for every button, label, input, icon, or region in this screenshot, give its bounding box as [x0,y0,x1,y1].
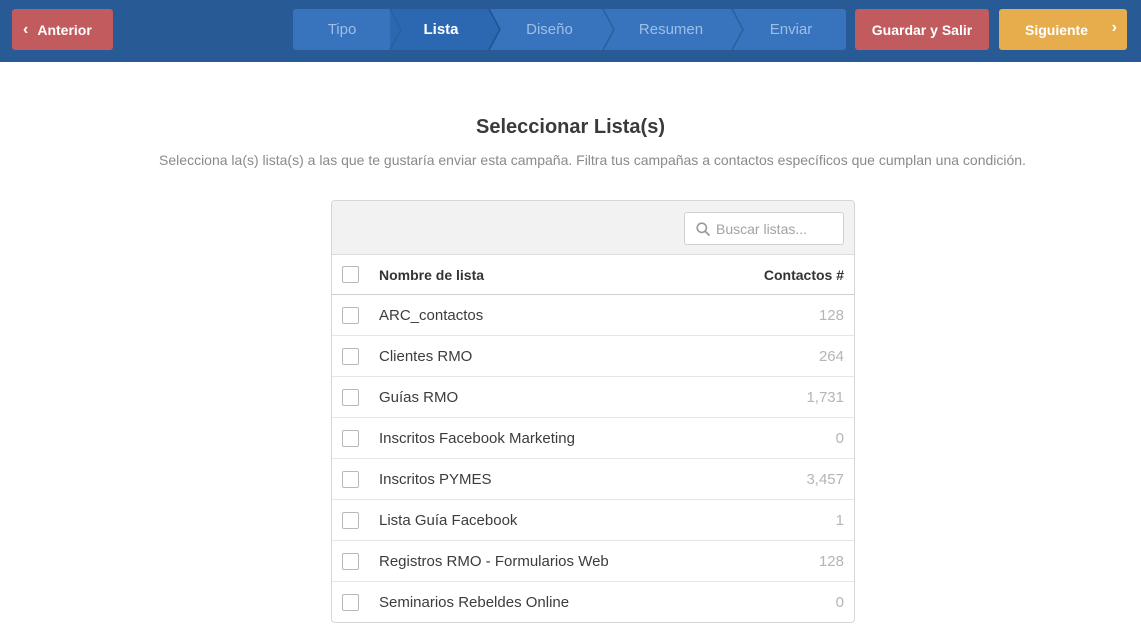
row-checkbox[interactable] [342,470,359,488]
wizard-steps: Tipo Lista Diseño Resumen Enviar [293,9,846,50]
page-subtitle: Selecciona la(s) lista(s) a las que te g… [159,152,1026,168]
list-name: Inscritos Facebook Marketing [379,429,575,447]
search-box[interactable] [684,212,844,245]
page-title: Seleccionar Lista(s) [476,116,665,138]
step-label: Lista [423,21,459,38]
save-and-exit-button[interactable]: Guardar y Salir [855,9,989,50]
step-label: Resumen [638,21,704,38]
search-input[interactable] [716,220,834,237]
row-checkbox[interactable] [342,306,359,324]
row-checkbox[interactable] [342,388,359,406]
table-row[interactable]: Inscritos Facebook Marketing 0 [332,418,854,459]
column-header-name: Nombre de lista [379,266,485,283]
row-checkbox[interactable] [342,429,359,447]
step-enviar[interactable]: Enviar [736,9,846,50]
list-name: Inscritos PYMES [379,470,492,488]
chevron-left-icon: ‹ [23,20,29,38]
contact-count: 1,731 [806,388,844,406]
step-label: Diseño [526,21,573,38]
select-all-checkbox[interactable] [342,266,359,283]
contact-count: 3,457 [806,470,844,488]
row-checkbox[interactable] [342,347,359,365]
top-bar: ‹ Anterior Tipo Lista Diseño Resumen Env… [0,0,1141,62]
step-lista[interactable]: Lista [391,9,491,50]
table-header: Nombre de lista Contactos # [332,255,854,295]
contact-count: 128 [818,552,844,570]
table-row[interactable]: Seminarios Rebeldes Online 0 [332,582,854,622]
save-and-exit-label: Guardar y Salir [871,21,973,38]
chevron-right-icon: › [1111,19,1117,36]
table-row[interactable]: Inscritos PYMES 3,457 [332,459,854,500]
column-header-count: Contactos # [763,266,844,283]
row-checkbox[interactable] [342,552,359,570]
step-label: Enviar [769,21,813,38]
step-label: Tipo [327,21,357,38]
contact-count: 1 [835,511,844,529]
table-row[interactable]: Clientes RMO 264 [332,336,854,377]
list-name: Clientes RMO [379,347,473,365]
table-row[interactable]: Lista Guía Facebook 1 [332,500,854,541]
previous-button[interactable]: ‹ Anterior [12,9,113,50]
step-diseno[interactable]: Diseño [493,9,606,50]
next-button[interactable]: Siguiente › [999,9,1127,50]
list-name: ARC_contactos [379,306,484,324]
table-row[interactable]: ARC_contactos 128 [332,295,854,336]
table-row[interactable]: Guías RMO 1,731 [332,377,854,418]
list-name: Seminarios Rebeldes Online [379,594,570,611]
step-resumen[interactable]: Resumen [609,9,733,50]
list-name: Lista Guía Facebook [379,511,518,529]
next-button-label: Siguiente [1025,21,1089,38]
list-name: Registros RMO - Formularios Web [379,552,609,570]
list-name: Guías RMO [379,388,459,406]
list-selection-panel: Nombre de lista Contactos # ARC_contacto… [331,200,855,623]
search-icon [696,221,710,236]
table-row[interactable]: Registros RMO - Formularios Web 128 [332,541,854,582]
row-checkbox[interactable] [342,594,359,611]
previous-button-label: Anterior [37,21,92,38]
row-checkbox[interactable] [342,511,359,529]
step-tipo[interactable]: Tipo [293,9,391,50]
panel-toolbar [332,201,854,255]
contact-count: 128 [818,306,844,324]
contact-count: 0 [835,429,844,447]
contact-count: 264 [818,347,844,365]
contact-count: 0 [835,594,844,611]
